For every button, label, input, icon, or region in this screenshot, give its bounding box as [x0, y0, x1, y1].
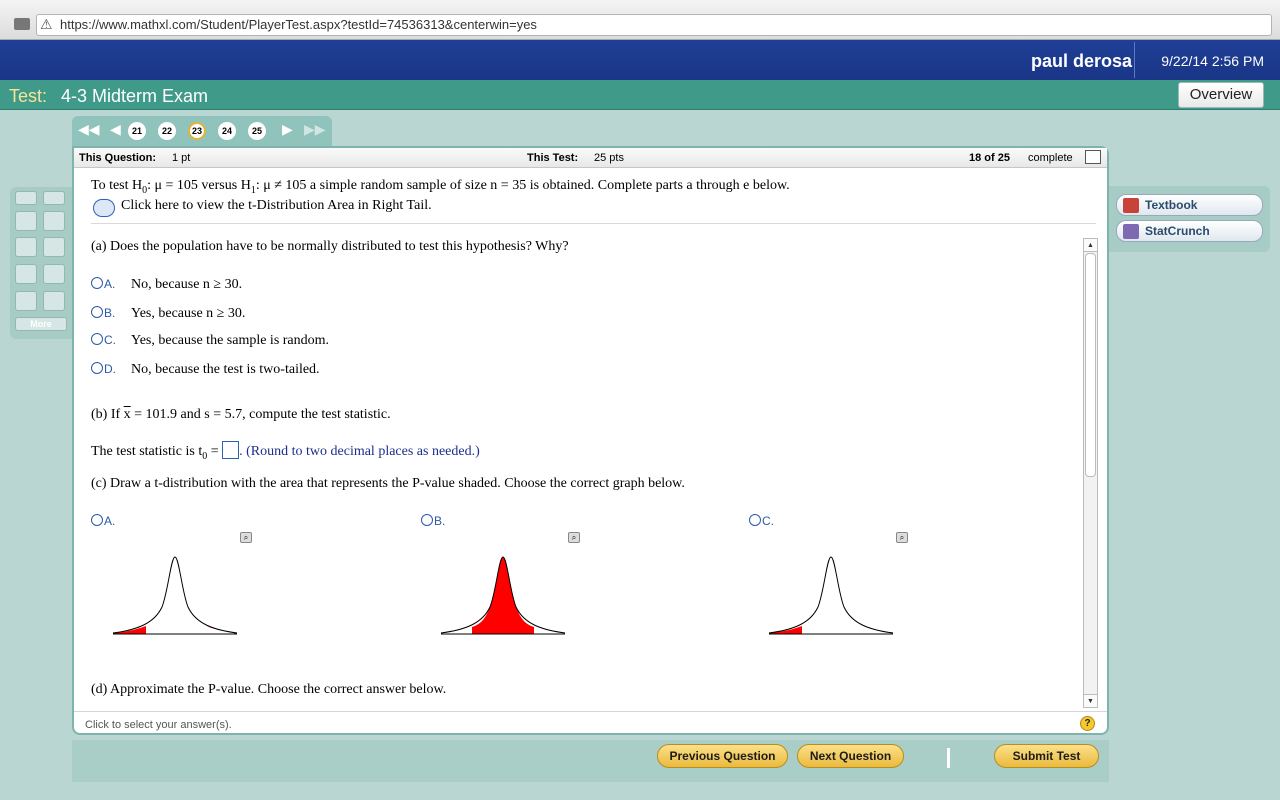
- part-a-question: (a) Does the population have to be norma…: [91, 239, 569, 254]
- test-title: 4-3 Midterm Exam: [61, 86, 209, 106]
- part-a-option-b[interactable]: B. Yes, because n ≥ 30.: [91, 306, 245, 322]
- question-scrollbar[interactable]: ▲ ▼: [1083, 238, 1098, 708]
- graph-c[interactable]: [766, 552, 896, 642]
- t-table-link[interactable]: Click here to view the t-Distribution Ar…: [121, 198, 432, 214]
- part-a-option-d[interactable]: D. No, because the test is two-tailed.: [91, 362, 320, 378]
- url-text[interactable]: https://www.mathxl.com/Student/PlayerTes…: [60, 17, 537, 32]
- header-divider: [1134, 42, 1135, 78]
- redo-icon[interactable]: [43, 191, 65, 205]
- username: paul derosa: [1030, 51, 1132, 71]
- subscript-icon[interactable]: [15, 291, 37, 311]
- next-page-icon[interactable]: ▶: [282, 121, 293, 138]
- test-statistic-input[interactable]: [222, 441, 240, 459]
- mixed-number-icon[interactable]: [43, 211, 65, 231]
- radio-c[interactable]: [91, 333, 103, 345]
- part-a-option-a[interactable]: A. No, because n ≥ 30.: [91, 277, 242, 293]
- square-root-icon[interactable]: [15, 264, 37, 284]
- question-body: (a) Does the population have to be norma…: [74, 232, 1084, 712]
- part-c-option-c[interactable]: C.: [749, 514, 774, 530]
- test-label: Test:: [9, 86, 48, 106]
- radio-c-a[interactable]: [91, 514, 103, 526]
- textbook-label: Textbook: [1145, 198, 1198, 212]
- this-question-label: This Question:: [79, 152, 156, 164]
- statcrunch-button[interactable]: StatCrunch: [1116, 220, 1263, 242]
- radio-a[interactable]: [91, 277, 103, 289]
- prev-page-icon[interactable]: ◀: [110, 121, 121, 138]
- question-info-bar: This Question: 1 pt This Test: 25 pts 18…: [74, 148, 1107, 168]
- radio-d[interactable]: [91, 362, 103, 374]
- last-page-icon[interactable]: ▶▶: [304, 121, 326, 138]
- zoom-icon[interactable]: ⌕: [896, 532, 908, 543]
- bottom-bar: [72, 740, 1109, 782]
- part-a-option-c[interactable]: C. Yes, because the sample is random.: [91, 333, 329, 349]
- scroll-thumb[interactable]: [1085, 253, 1096, 477]
- question-pager: ◀◀ ◀ 21 22 23 24 25 ▶ ▶▶: [72, 116, 332, 146]
- part-c-question: (c) Draw a t-distribution with the area …: [91, 476, 685, 491]
- question-stem: To test H0: μ = 105 versus H1: μ ≠ 105 a…: [91, 178, 790, 196]
- zoom-icon[interactable]: ⌕: [568, 532, 580, 543]
- overview-button[interactable]: Overview: [1178, 82, 1264, 108]
- radio-b[interactable]: [91, 306, 103, 318]
- undo-icon[interactable]: [15, 191, 37, 205]
- browser-toolbar: ⚠ https://www.mathxl.com/Student/PlayerT…: [0, 0, 1280, 40]
- curve-a: [112, 556, 238, 634]
- statcrunch-label: StatCrunch: [1145, 224, 1210, 238]
- part-b-question: (b) If x = 101.9 and s = 5.7, compute th…: [91, 407, 391, 422]
- nth-root-icon[interactable]: [43, 264, 65, 284]
- textbook-button[interactable]: Textbook: [1116, 194, 1263, 216]
- question-panel: This Question: 1 pt This Test: 25 pts 18…: [72, 146, 1109, 735]
- book-icon: [1123, 198, 1139, 213]
- zoom-icon[interactable]: ⌕: [240, 532, 252, 543]
- radio-c-c[interactable]: [749, 514, 761, 526]
- table-icon[interactable]: [93, 199, 115, 217]
- math-tool-palette: More: [10, 187, 72, 339]
- curve-c: [768, 556, 894, 634]
- progress-suffix: complete: [1028, 152, 1073, 164]
- next-question-button[interactable]: Next Question: [797, 744, 904, 768]
- help-icon[interactable]: ?: [1080, 716, 1095, 731]
- this-test-value: 25 pts: [594, 152, 624, 164]
- this-test-label: This Test:: [527, 152, 579, 164]
- first-page-icon[interactable]: ◀◀: [78, 121, 100, 138]
- progress-count: 18 of 25: [969, 152, 1010, 164]
- scroll-down-icon[interactable]: ▼: [1084, 694, 1097, 707]
- panel-footer: Click to select your answer(s). ?: [74, 711, 1107, 735]
- test-header: Test: 4-3 Midterm Exam Overview: [0, 80, 1280, 110]
- previous-question-button[interactable]: Previous Question: [657, 744, 788, 768]
- status-text: Click to select your answer(s).: [85, 719, 232, 731]
- part-b-answer-line: The test statistic is t0 = . (Round to t…: [91, 441, 480, 462]
- page-22[interactable]: 22: [158, 122, 176, 140]
- more-tools-button[interactable]: More: [15, 317, 67, 331]
- user-header: paul derosa 9/22/14 2:56 PM: [0, 40, 1280, 80]
- page-21[interactable]: 21: [128, 122, 146, 140]
- graph-a[interactable]: [110, 552, 240, 642]
- expand-icon[interactable]: [1085, 150, 1101, 164]
- exponent-icon[interactable]: [15, 237, 37, 257]
- radio-c-b[interactable]: [421, 514, 433, 526]
- divider: [91, 223, 1096, 224]
- page-24[interactable]: 24: [218, 122, 236, 140]
- this-question-value: 1 pt: [172, 152, 191, 164]
- graph-b[interactable]: [438, 552, 568, 642]
- warning-icon: ⚠: [40, 16, 53, 32]
- sidebar-toggle-icon[interactable]: [14, 18, 30, 30]
- page-23-current[interactable]: 23: [188, 122, 206, 140]
- datetime: 9/22/14 2:56 PM: [1161, 53, 1264, 69]
- resources-panel: Textbook StatCrunch: [1109, 186, 1270, 252]
- page-25[interactable]: 25: [248, 122, 266, 140]
- scroll-up-icon[interactable]: ▲: [1084, 239, 1097, 252]
- part-d-question: (d) Approximate the P-value. Choose the …: [91, 682, 447, 697]
- ordered-pair-icon[interactable]: [43, 291, 65, 311]
- fraction-icon[interactable]: [15, 211, 37, 231]
- shade-b-center: [472, 557, 534, 634]
- absolute-value-icon[interactable]: [43, 237, 65, 257]
- statcrunch-icon: [1123, 224, 1139, 239]
- part-c-option-a[interactable]: A.: [91, 514, 115, 530]
- button-separator: [947, 748, 950, 768]
- part-c-option-b[interactable]: B.: [421, 514, 445, 530]
- submit-test-button[interactable]: Submit Test: [994, 744, 1099, 768]
